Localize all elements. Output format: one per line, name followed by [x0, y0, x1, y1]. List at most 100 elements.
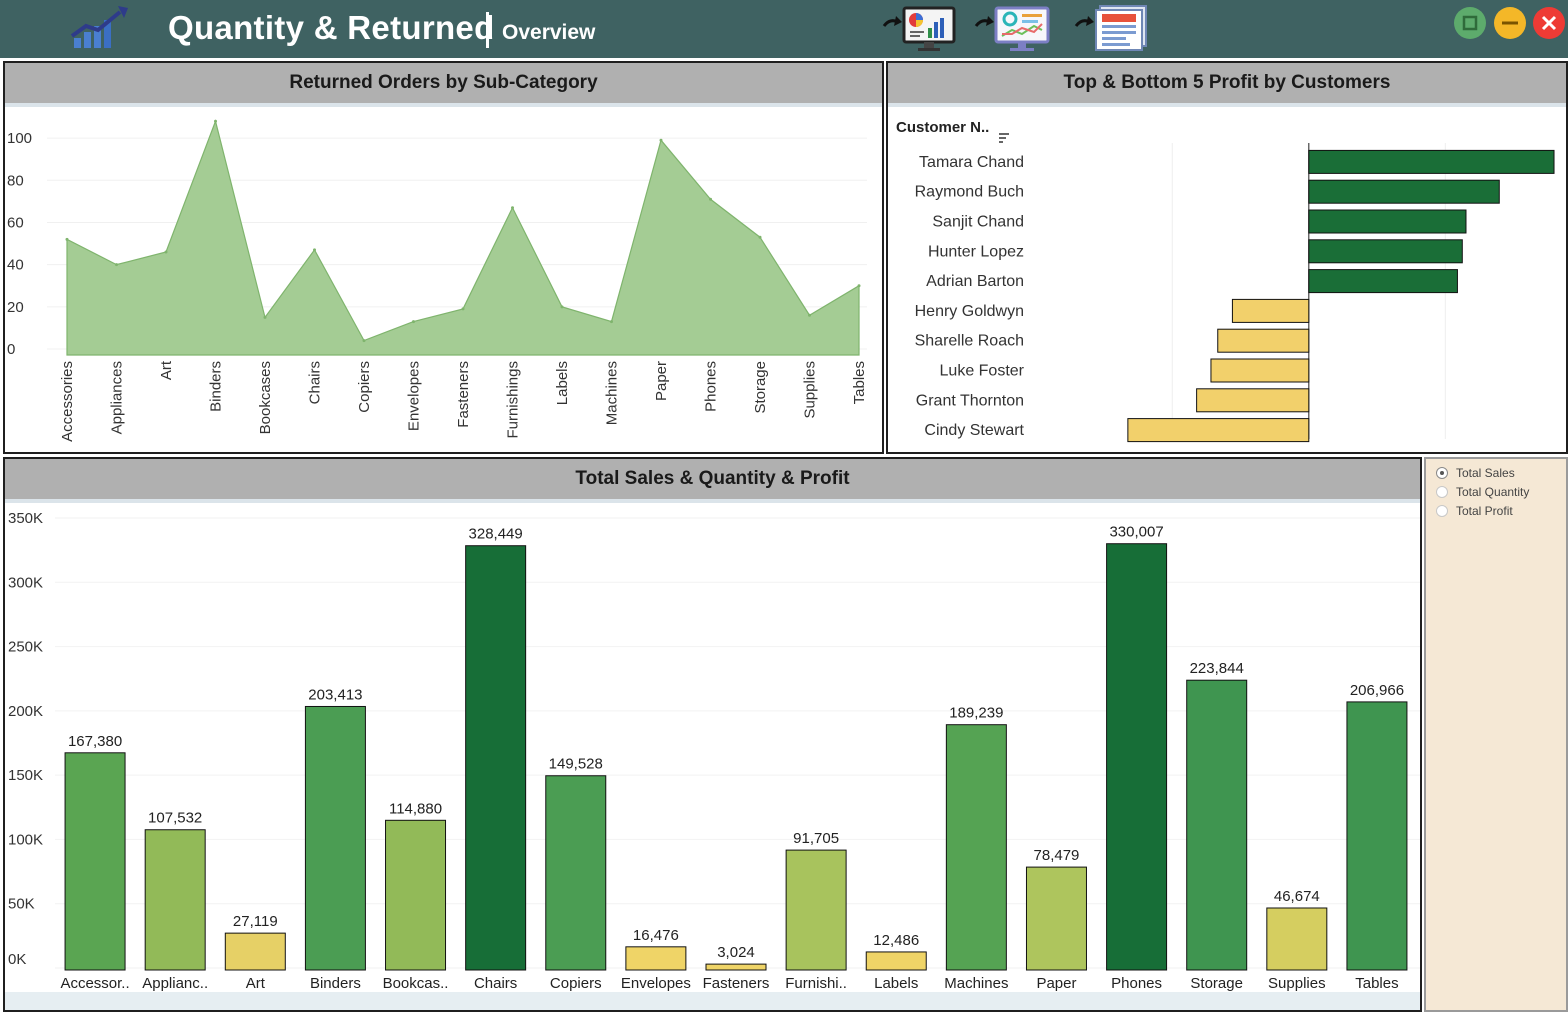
sales-bar[interactable]	[1346, 701, 1408, 971]
area-point[interactable]	[610, 320, 613, 324]
radio-total-sales[interactable]: Total Sales	[1436, 464, 1515, 482]
profit-bar[interactable]	[1308, 209, 1467, 234]
area-point[interactable]	[709, 197, 712, 201]
axis-strip	[5, 992, 1420, 1010]
profit-bar[interactable]	[1217, 328, 1310, 353]
y-tick-label: 350K	[8, 510, 43, 527]
sales-bar[interactable]	[144, 829, 206, 971]
y-tick-label: 100K	[8, 831, 43, 848]
bar-value-label: 149,528	[549, 756, 603, 773]
bar-value-label: 330,007	[1109, 524, 1163, 541]
profit-bar[interactable]	[1127, 418, 1310, 443]
y-tick-label: 250K	[8, 639, 43, 656]
bar-value-label: 189,239	[949, 705, 1003, 722]
area-point[interactable]	[461, 307, 465, 311]
radio-indicator[interactable]	[1436, 486, 1448, 498]
area-point[interactable]	[313, 248, 316, 252]
x-tick-label: Binders	[208, 361, 225, 412]
x-tick-label: Chairs	[474, 975, 517, 992]
customer-label: Adrian Barton	[926, 273, 1024, 290]
page-subtitle: Overview	[502, 21, 596, 44]
bar-value-label: 114,880	[389, 800, 442, 817]
sales-bar[interactable]	[945, 724, 1007, 971]
area-point[interactable]	[115, 263, 118, 267]
column-header: Customer N..	[896, 119, 989, 136]
bar-value-label: 27,119	[233, 913, 278, 930]
sales-bar[interactable]	[64, 752, 126, 971]
area-point[interactable]	[214, 119, 217, 123]
sales-bar-chart[interactable]: 0K 50K 100K 150K 200K 250K 300K 350K 167,380 Acce…	[5, 503, 1420, 1010]
sales-bar[interactable]	[545, 775, 607, 971]
sales-bar[interactable]	[1266, 907, 1328, 971]
profit-bar[interactable]	[1210, 358, 1310, 383]
nav-dashboard-button[interactable]	[880, 4, 962, 54]
sales-bar[interactable]	[1025, 866, 1087, 971]
x-tick-label: Paper	[653, 361, 670, 401]
bar-value-label: 91,705	[793, 830, 839, 847]
y-tick-label: 200K	[8, 703, 43, 720]
close-button[interactable]	[1533, 7, 1565, 39]
customer-label: Grant Thornton	[916, 392, 1024, 409]
profit-bar[interactable]	[1308, 179, 1500, 204]
radio-total-quantity[interactable]: Total Quantity	[1436, 483, 1529, 501]
y-tick-label: 20	[7, 299, 24, 316]
area-point[interactable]	[412, 320, 415, 324]
x-tick-label: Tables	[1355, 975, 1398, 992]
x-tick-label: Paper	[1036, 975, 1076, 992]
area-point[interactable]	[511, 206, 514, 210]
sales-bar[interactable]	[304, 705, 366, 971]
sales-bar[interactable]	[865, 951, 927, 971]
area-point[interactable]	[263, 315, 267, 319]
customer-label: Luke Foster	[940, 363, 1025, 380]
profit-bar[interactable]	[1308, 239, 1463, 264]
x-tick-label: Bookcas..	[383, 975, 449, 992]
nav-analytics-button[interactable]	[972, 4, 1054, 54]
x-tick-label: Bookcases	[257, 361, 274, 434]
radio-selected-indicator[interactable]	[1436, 467, 1448, 479]
bar-value-label: 206,966	[1350, 682, 1404, 699]
y-tick-label: 150K	[8, 767, 43, 784]
sales-bar[interactable]	[705, 963, 767, 971]
maximize-button[interactable]	[1454, 7, 1486, 39]
sales-bar[interactable]	[1106, 543, 1168, 971]
x-tick-label: Machines	[604, 361, 621, 425]
area-point[interactable]	[560, 305, 564, 309]
x-tick-label: Machines	[944, 975, 1008, 992]
x-tick-label: Appliances	[109, 361, 126, 434]
sort-icon[interactable]	[999, 133, 1009, 143]
profit-bar[interactable]	[1308, 269, 1458, 294]
returned-orders-area-chart[interactable]: 0 20 40 60 80 100 Accessories Appliances Art Bind…	[5, 107, 882, 452]
x-tick-label: Envelopes	[406, 361, 423, 431]
y-tick-label: 80	[7, 172, 24, 189]
radio-indicator[interactable]	[1436, 505, 1448, 517]
x-tick-label: Copiers	[356, 361, 373, 413]
profit-customers-bar-chart[interactable]: Customer N..-$5,000$0$5,000Tamara ChandR…	[888, 107, 1566, 452]
radio-total-profit[interactable]: Total Profit	[1436, 502, 1513, 520]
minimize-icon	[1502, 21, 1518, 25]
profit-bar[interactable]	[1231, 298, 1310, 323]
area-point[interactable]	[659, 138, 663, 142]
sales-bar[interactable]	[224, 932, 286, 971]
x-tick-label: Phones	[1111, 975, 1162, 992]
returned-orders-panel: Returned Orders by Sub-Category 0 20 40 60 8…	[3, 61, 884, 454]
x-tick-label: Accessor..	[60, 975, 129, 992]
nav-report-button[interactable]	[1072, 4, 1154, 54]
area-point[interactable]	[758, 235, 762, 239]
sales-bar[interactable]	[625, 946, 687, 971]
dashboard-monitor-icon	[882, 6, 956, 51]
sales-bar[interactable]	[785, 849, 847, 971]
sales-bar[interactable]	[385, 819, 447, 971]
profit-bar[interactable]	[1308, 149, 1555, 174]
area-point[interactable]	[164, 250, 168, 254]
sales-bar[interactable]	[1186, 679, 1248, 971]
sales-bar[interactable]	[465, 545, 527, 971]
customer-label: Henry Goldwyn	[915, 303, 1024, 320]
area-point[interactable]	[808, 313, 811, 317]
bar-value-label: 107,532	[148, 810, 202, 827]
area-point[interactable]	[362, 339, 366, 343]
minimize-button[interactable]	[1494, 7, 1526, 39]
profit-bar[interactable]	[1196, 388, 1310, 413]
area-point[interactable]	[65, 237, 69, 241]
x-tick-label: Tables	[851, 361, 868, 404]
area-point[interactable]	[857, 284, 861, 288]
